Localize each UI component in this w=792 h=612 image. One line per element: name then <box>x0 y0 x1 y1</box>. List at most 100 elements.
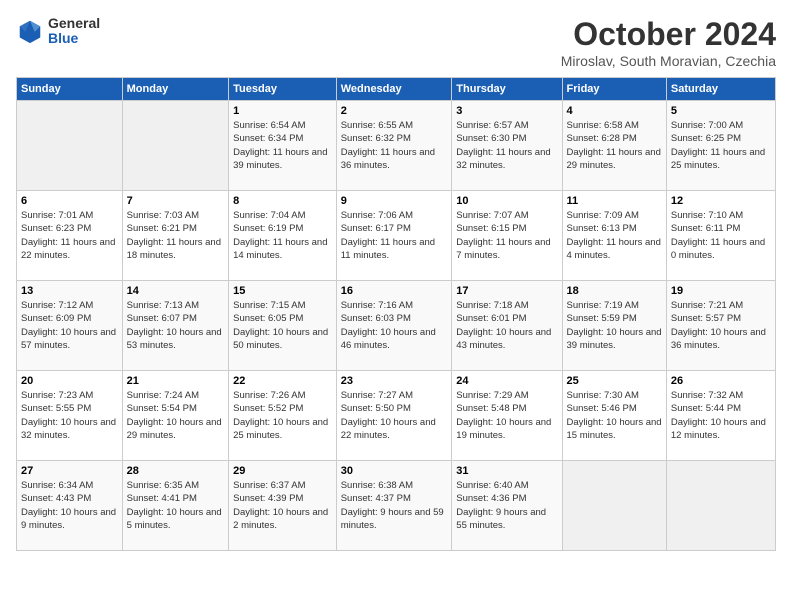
day-header-thursday: Thursday <box>452 78 562 101</box>
day-number: 18 <box>567 285 662 297</box>
day-info: Sunrise: 7:13 AM Sunset: 6:07 PM Dayligh… <box>127 299 225 352</box>
calendar-cell: 15 Sunrise: 7:15 AM Sunset: 6:05 PM Dayli… <box>229 281 337 371</box>
page-header: General Blue October 2024 Miroslav, Sout… <box>16 16 776 69</box>
day-number: 9 <box>341 195 448 207</box>
day-info: Sunrise: 6:58 AM Sunset: 6:28 PM Dayligh… <box>567 119 662 172</box>
day-number: 15 <box>233 285 332 297</box>
calendar-cell: 25Sunrise: 7:30 AM Sunset: 5:46 PM Dayli… <box>562 371 666 461</box>
day-number: 6 <box>21 195 118 207</box>
logo-icon <box>16 17 44 45</box>
calendar-cell: 18 Sunrise: 7:19 AM Sunset: 5:59 PM Dayli… <box>562 281 666 371</box>
calendar-cell <box>17 101 123 191</box>
day-info: Sunrise: 7:06 AM Sunset: 6:17 PM Dayligh… <box>341 209 448 262</box>
day-info: Sunrise: 7:00 AM Sunset: 6:25 PM Dayligh… <box>671 119 771 172</box>
calendar-cell: 4 Sunrise: 6:58 AM Sunset: 6:28 PM Daylig… <box>562 101 666 191</box>
day-info: Sunrise: 7:19 AM Sunset: 5:59 PM Dayligh… <box>567 299 662 352</box>
calendar-header-row: SundayMondayTuesdayWednesdayThursdayFrid… <box>17 78 776 101</box>
day-number: 19 <box>671 285 771 297</box>
day-number: 23 <box>341 375 448 387</box>
day-number: 31 <box>456 465 557 477</box>
day-header-friday: Friday <box>562 78 666 101</box>
logo-blue-text: Blue <box>48 31 100 46</box>
day-header-sunday: Sunday <box>17 78 123 101</box>
day-number: 27 <box>21 465 118 477</box>
calendar-cell: 20Sunrise: 7:23 AM Sunset: 5:55 PM Dayli… <box>17 371 123 461</box>
day-info: Sunrise: 7:07 AM Sunset: 6:15 PM Dayligh… <box>456 209 557 262</box>
day-info: Sunrise: 7:27 AM Sunset: 5:50 PM Dayligh… <box>341 389 448 442</box>
day-number: 12 <box>671 195 771 207</box>
calendar-cell: 23 Sunrise: 7:27 AM Sunset: 5:50 PM Dayli… <box>336 371 452 461</box>
calendar-cell: 14 Sunrise: 7:13 AM Sunset: 6:07 PM Dayli… <box>122 281 229 371</box>
calendar-cell: 1 Sunrise: 6:54 AM Sunset: 6:34 PM Daylig… <box>229 101 337 191</box>
calendar-cell: 11Sunrise: 7:09 AM Sunset: 6:13 PM Dayli… <box>562 191 666 281</box>
location-subtitle: Miroslav, South Moravian, Czechia <box>561 53 776 69</box>
day-info: Sunrise: 7:18 AM Sunset: 6:01 PM Dayligh… <box>456 299 557 352</box>
day-info: Sunrise: 7:15 AM Sunset: 6:05 PM Dayligh… <box>233 299 332 352</box>
day-info: Sunrise: 7:24 AM Sunset: 5:54 PM Dayligh… <box>127 389 225 442</box>
calendar-cell: 7Sunrise: 7:03 AM Sunset: 6:21 PM Daylig… <box>122 191 229 281</box>
day-info: Sunrise: 7:01 AM Sunset: 6:23 PM Dayligh… <box>21 209 118 262</box>
day-number: 1 <box>233 105 332 117</box>
day-number: 16 <box>341 285 448 297</box>
calendar-cell: 26 Sunrise: 7:32 AM Sunset: 5:44 PM Dayli… <box>666 371 775 461</box>
calendar-cell: 31 Sunrise: 6:40 AM Sunset: 4:36 PM Dayli… <box>452 461 562 551</box>
calendar-cell: 21 Sunrise: 7:24 AM Sunset: 5:54 PM Dayli… <box>122 371 229 461</box>
day-info: Sunrise: 6:54 AM Sunset: 6:34 PM Dayligh… <box>233 119 332 172</box>
day-info: Sunrise: 7:04 AM Sunset: 6:19 PM Dayligh… <box>233 209 332 262</box>
calendar-cell: 29 Sunrise: 6:37 AM Sunset: 4:39 PM Dayli… <box>229 461 337 551</box>
day-info: Sunrise: 6:37 AM Sunset: 4:39 PM Dayligh… <box>233 479 332 532</box>
week-row-4: 20Sunrise: 7:23 AM Sunset: 5:55 PM Dayli… <box>17 371 776 461</box>
week-row-3: 13 Sunrise: 7:12 AM Sunset: 6:09 PM Dayli… <box>17 281 776 371</box>
week-row-1: 1 Sunrise: 6:54 AM Sunset: 6:34 PM Daylig… <box>17 101 776 191</box>
day-info: Sunrise: 6:34 AM Sunset: 4:43 PM Dayligh… <box>21 479 118 532</box>
calendar-cell: 28Sunrise: 6:35 AM Sunset: 4:41 PM Dayli… <box>122 461 229 551</box>
day-number: 14 <box>127 285 225 297</box>
day-info: Sunrise: 7:32 AM Sunset: 5:44 PM Dayligh… <box>671 389 771 442</box>
calendar-cell: 17 Sunrise: 7:18 AM Sunset: 6:01 PM Dayli… <box>452 281 562 371</box>
calendar-cell: 24 Sunrise: 7:29 AM Sunset: 5:48 PM Dayli… <box>452 371 562 461</box>
day-info: Sunrise: 6:55 AM Sunset: 6:32 PM Dayligh… <box>341 119 448 172</box>
day-number: 4 <box>567 105 662 117</box>
calendar-cell: 19 Sunrise: 7:21 AM Sunset: 5:57 PM Dayli… <box>666 281 775 371</box>
day-info: Sunrise: 7:26 AM Sunset: 5:52 PM Dayligh… <box>233 389 332 442</box>
calendar-cell: 9 Sunrise: 7:06 AM Sunset: 6:17 PM Daylig… <box>336 191 452 281</box>
day-number: 26 <box>671 375 771 387</box>
day-header-wednesday: Wednesday <box>336 78 452 101</box>
day-number: 13 <box>21 285 118 297</box>
day-info: Sunrise: 7:12 AM Sunset: 6:09 PM Dayligh… <box>21 299 118 352</box>
day-number: 21 <box>127 375 225 387</box>
logo-text: General Blue <box>48 16 100 47</box>
day-number: 8 <box>233 195 332 207</box>
day-number: 10 <box>456 195 557 207</box>
calendar-cell: 5 Sunrise: 7:00 AM Sunset: 6:25 PM Daylig… <box>666 101 775 191</box>
day-info: Sunrise: 6:57 AM Sunset: 6:30 PM Dayligh… <box>456 119 557 172</box>
month-title: October 2024 <box>561 16 776 53</box>
calendar-cell: 6 Sunrise: 7:01 AM Sunset: 6:23 PM Daylig… <box>17 191 123 281</box>
day-info: Sunrise: 7:21 AM Sunset: 5:57 PM Dayligh… <box>671 299 771 352</box>
day-header-monday: Monday <box>122 78 229 101</box>
day-number: 17 <box>456 285 557 297</box>
day-info: Sunrise: 7:03 AM Sunset: 6:21 PM Dayligh… <box>127 209 225 262</box>
day-info: Sunrise: 7:10 AM Sunset: 6:11 PM Dayligh… <box>671 209 771 262</box>
calendar-cell: 13 Sunrise: 7:12 AM Sunset: 6:09 PM Dayli… <box>17 281 123 371</box>
title-block: October 2024 Miroslav, South Moravian, C… <box>561 16 776 69</box>
day-number: 24 <box>456 375 557 387</box>
day-number: 3 <box>456 105 557 117</box>
day-number: 25 <box>567 375 662 387</box>
day-info: Sunrise: 6:40 AM Sunset: 4:36 PM Dayligh… <box>456 479 557 532</box>
day-info: Sunrise: 7:29 AM Sunset: 5:48 PM Dayligh… <box>456 389 557 442</box>
day-number: 29 <box>233 465 332 477</box>
calendar-cell: 2 Sunrise: 6:55 AM Sunset: 6:32 PM Daylig… <box>336 101 452 191</box>
day-header-saturday: Saturday <box>666 78 775 101</box>
week-row-2: 6 Sunrise: 7:01 AM Sunset: 6:23 PM Daylig… <box>17 191 776 281</box>
day-info: Sunrise: 6:35 AM Sunset: 4:41 PM Dayligh… <box>127 479 225 532</box>
calendar-cell <box>562 461 666 551</box>
day-number: 30 <box>341 465 448 477</box>
logo: General Blue <box>16 16 100 47</box>
day-number: 2 <box>341 105 448 117</box>
logo-general-text: General <box>48 16 100 31</box>
day-number: 5 <box>671 105 771 117</box>
day-header-tuesday: Tuesday <box>229 78 337 101</box>
day-info: Sunrise: 7:09 AM Sunset: 6:13 PM Dayligh… <box>567 209 662 262</box>
calendar-cell: 10 Sunrise: 7:07 AM Sunset: 6:15 PM Dayli… <box>452 191 562 281</box>
